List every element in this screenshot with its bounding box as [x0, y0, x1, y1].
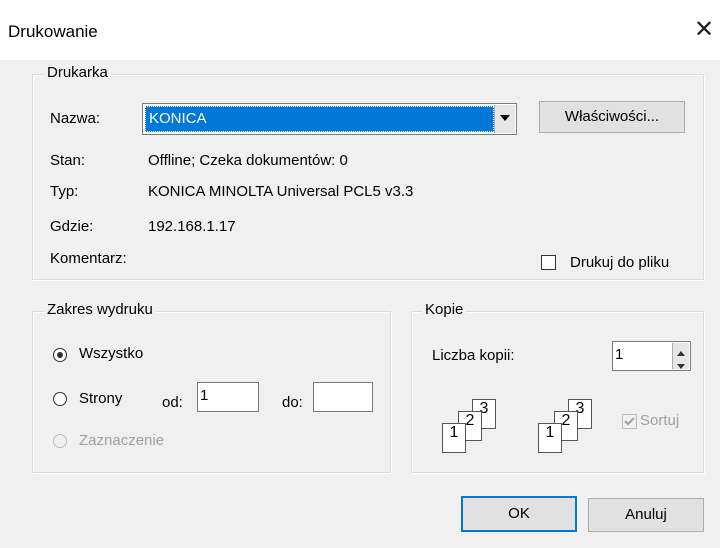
to-label: do: [282, 394, 303, 411]
type-label: Typ: [50, 183, 79, 200]
collate-checkbox[interactable] [622, 414, 637, 429]
status-value: Offline; Czeka dokumentów: 0 [148, 152, 348, 169]
type-value: KONICA MINOLTA Universal PCL5 v3.3 [148, 183, 414, 200]
from-input[interactable]: 1 [197, 382, 259, 412]
status-label: Stan: [50, 152, 86, 169]
ok-button[interactable]: OK [461, 496, 577, 532]
collate-illustration: 3 2 1 3 2 1 [438, 395, 592, 455]
cancel-button[interactable]: Anuluj [588, 498, 704, 532]
range-all-label[interactable]: Wszystko [79, 345, 143, 362]
to-input[interactable] [313, 382, 373, 412]
from-label: od: [162, 394, 183, 411]
page-icon-1: 1 [442, 423, 466, 453]
page-icon-1: 1 [538, 423, 562, 453]
print-to-file-checkbox[interactable] [541, 255, 556, 270]
range-pages-radio[interactable] [53, 392, 67, 406]
printer-name-label: Nazwa: [50, 110, 101, 127]
chevron-down-icon[interactable] [494, 105, 515, 133]
printer-name-value: KONICA [145, 106, 494, 132]
printer-name-select[interactable]: KONICA [142, 103, 517, 135]
properties-button[interactable]: Właściwości... [539, 101, 685, 133]
copies-count-value: 1 [615, 346, 624, 363]
print-to-file-label[interactable]: Drukuj do pliku [570, 254, 669, 271]
range-selection-label: Zaznaczenie [79, 432, 165, 449]
copies-count-input[interactable]: 1 [612, 341, 691, 371]
range-pages-label[interactable]: Strony [79, 390, 122, 407]
where-label: Gdzie: [50, 218, 94, 235]
spin-up-icon[interactable] [672, 343, 689, 356]
collate-label: Sortuj [640, 412, 680, 429]
where-value: 192.168.1.17 [148, 218, 236, 235]
range-selection-radio[interactable] [53, 434, 67, 448]
window-title: Drukowanie [8, 22, 98, 41]
comment-label: Komentarz: [50, 250, 127, 267]
copies-group-label: Kopie [422, 301, 467, 318]
range-all-radio[interactable] [53, 348, 67, 362]
spin-down-icon[interactable] [672, 356, 689, 369]
print-range-group-label: Zakres wydruku [44, 301, 156, 318]
title-bar [0, 0, 720, 60]
close-icon[interactable]: ✕ [690, 16, 718, 44]
copies-count-label: Liczba kopii: [432, 347, 515, 364]
printer-group-label: Drukarka [44, 64, 111, 81]
